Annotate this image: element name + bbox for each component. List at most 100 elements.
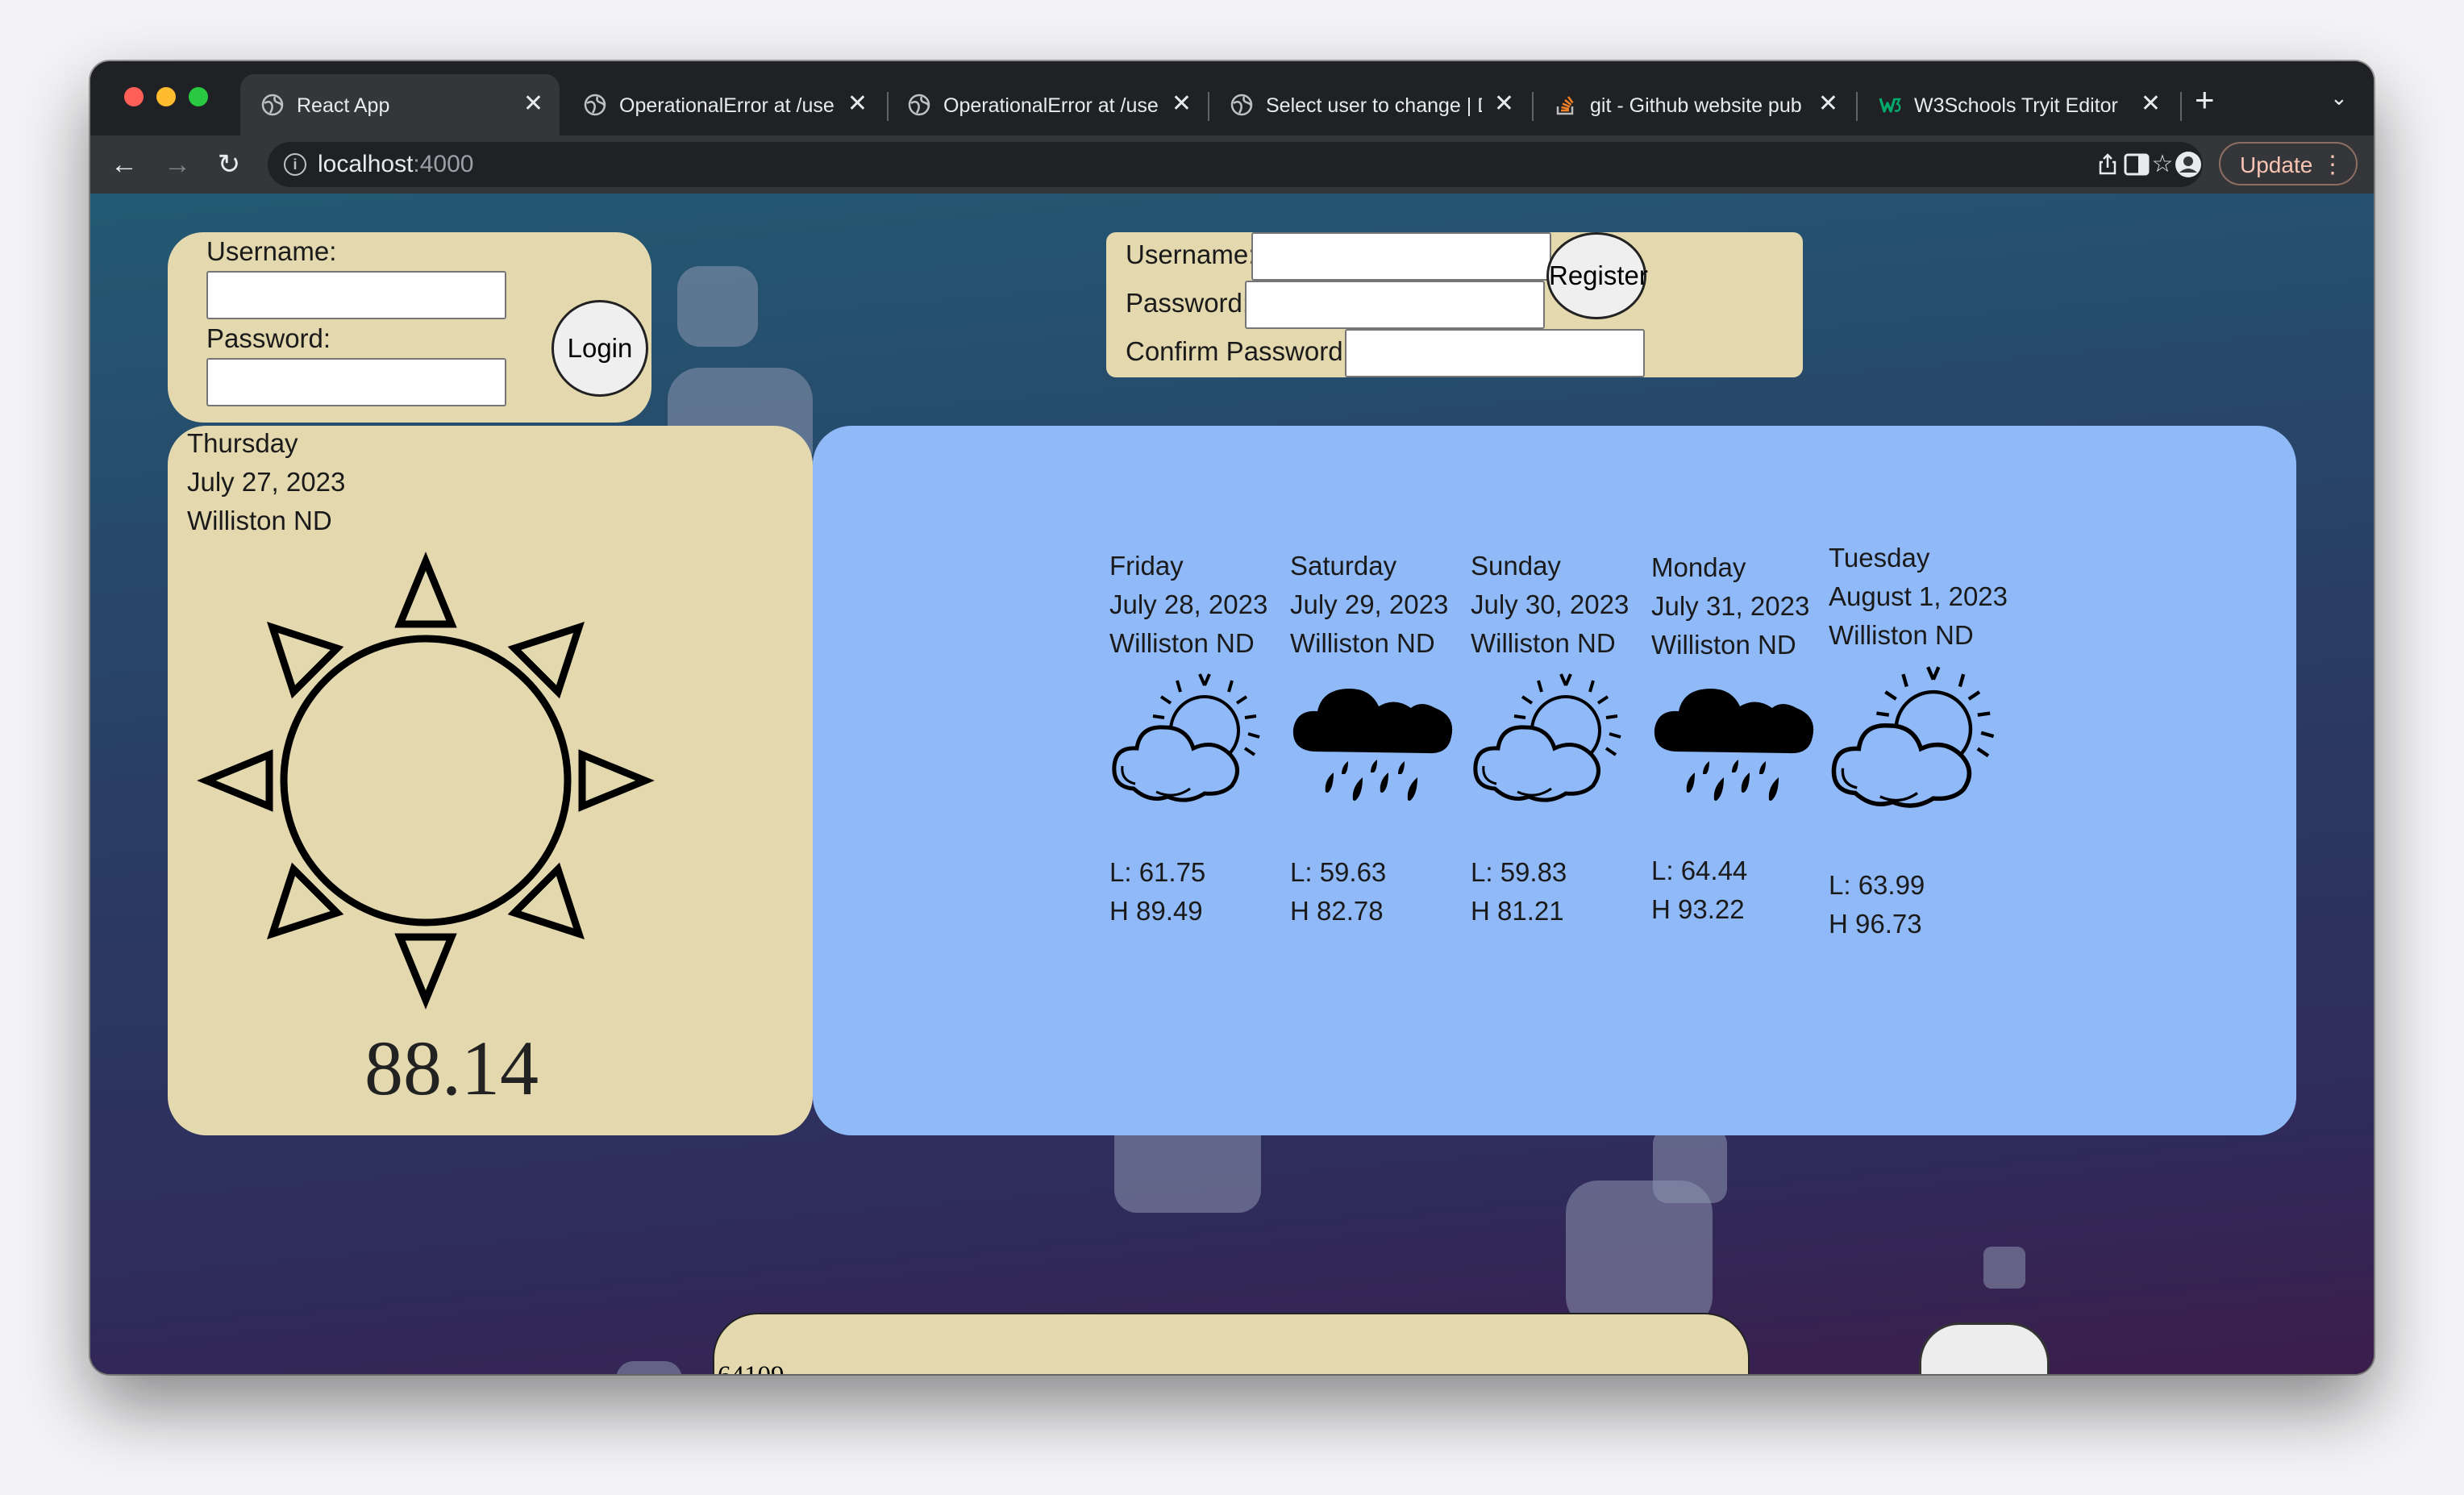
- decorative-square: [616, 1361, 682, 1374]
- share-icon[interactable]: [2095, 152, 2121, 177]
- forecast-weekday: Tuesday: [1829, 543, 1930, 573]
- forecast-location: Williston ND: [1471, 628, 1616, 658]
- forecast-location: Williston ND: [1290, 628, 1435, 658]
- tab-close-icon[interactable]: ✕: [523, 90, 543, 118]
- login-username-input[interactable]: [206, 271, 506, 319]
- register-password-input[interactable]: [1245, 281, 1545, 329]
- partly-cloudy-icon: [1831, 666, 1995, 808]
- forecast-date: July 29, 2023: [1290, 589, 1449, 619]
- forward-icon[interactable]: →: [158, 145, 197, 184]
- browser-window: React App ✕ OperationalError at /user ✕ …: [90, 61, 2374, 1374]
- forecast-weekday: Monday: [1651, 552, 1746, 582]
- back-icon[interactable]: ←: [105, 145, 144, 184]
- decorative-square: [677, 266, 758, 347]
- page-content: Username: Password: Login Username: Pass…: [90, 194, 2374, 1374]
- tab-select-user[interactable]: Select user to change | D ✕: [1209, 74, 1530, 135]
- globe-icon: [261, 94, 284, 116]
- w3schools-icon: [1879, 98, 1901, 113]
- tab-strip: React App ✕ OperationalError at /user ✕ …: [90, 61, 2374, 135]
- forecast-date: August 1, 2023: [1829, 581, 2008, 611]
- tab-close-icon[interactable]: ✕: [1818, 90, 1838, 118]
- address-bar[interactable]: i localhost:4000 ☆: [268, 142, 2203, 187]
- login-password-label: Password:: [206, 323, 331, 353]
- register-form: Username: Password: Confirm Password: Re…: [1106, 232, 1803, 377]
- login-password-input[interactable]: [206, 358, 506, 406]
- stackoverflow-icon: [1556, 96, 1574, 115]
- forecast-high: H 93.22: [1651, 894, 1745, 924]
- register-username-input[interactable]: [1251, 232, 1551, 281]
- tab-title: OperationalError at /user: [619, 94, 835, 117]
- register-button[interactable]: Register: [1546, 232, 1648, 319]
- globe-icon: [584, 94, 606, 116]
- reload-icon[interactable]: ↻: [210, 145, 248, 184]
- tab-close-icon[interactable]: ✕: [1494, 90, 1514, 118]
- zoom-window-button[interactable]: [189, 87, 208, 106]
- close-window-button[interactable]: [124, 87, 144, 106]
- forecast-weekday: Friday: [1109, 551, 1184, 581]
- forecast-high: H 81.21: [1471, 896, 1564, 926]
- tab-operational-error-1[interactable]: OperationalError at /user ✕: [563, 74, 884, 135]
- globe-icon: [908, 94, 930, 116]
- forecast-date: July 28, 2023: [1109, 589, 1268, 619]
- minimize-window-button[interactable]: [156, 87, 176, 106]
- forecast-date: July 31, 2023: [1651, 591, 1810, 621]
- zip-code-input[interactable]: 64109: [713, 1313, 1750, 1374]
- forecast-location: Williston ND: [1829, 620, 1974, 650]
- update-button[interactable]: Update ⋮: [2219, 142, 2358, 185]
- browser-toolbar: ← → ↻ i localhost:4000 ☆ Update ⋮: [90, 135, 2374, 194]
- zip-code-value: 64109: [718, 1361, 785, 1374]
- globe-icon: [1230, 94, 1253, 116]
- url-port: :4000: [413, 151, 474, 177]
- new-tab-plus-icon[interactable]: +: [2195, 81, 2215, 119]
- forecast-low: L: 59.63: [1290, 857, 1387, 887]
- register-confirm-label: Confirm Password:: [1126, 336, 1351, 366]
- forecast-weekday: Saturday: [1290, 551, 1397, 581]
- register-username-label: Username:: [1126, 239, 1256, 269]
- login-button[interactable]: Login: [551, 300, 648, 397]
- register-confirm-input[interactable]: [1345, 329, 1645, 377]
- tab-react-app[interactable]: React App ✕: [240, 74, 560, 135]
- tab-close-icon[interactable]: ✕: [1172, 90, 1192, 118]
- forecast-high: H 89.49: [1109, 896, 1203, 926]
- login-form: Username: Password: Login: [168, 232, 651, 423]
- menu-icon[interactable]: ⋮: [2320, 144, 2345, 187]
- star-icon[interactable]: ☆: [2148, 150, 2177, 179]
- today-location: Williston ND: [187, 506, 332, 535]
- register-password-label: Password:: [1126, 288, 1251, 318]
- today-weekday: Thursday: [187, 428, 298, 458]
- submit-zip-button[interactable]: [1919, 1322, 2050, 1374]
- tab-title: git - Github website pub: [1590, 94, 1802, 117]
- forecast-low: L: 63.99: [1829, 870, 1925, 900]
- tab-git-github[interactable]: git - Github website pub ✕: [1534, 74, 1854, 135]
- profile-icon[interactable]: [2174, 150, 2203, 179]
- partly-cloudy-icon: [1112, 673, 1260, 802]
- tab-close-icon[interactable]: ✕: [2141, 90, 2161, 118]
- forecast-low: L: 59.83: [1471, 857, 1567, 887]
- forecast-low: L: 61.75: [1109, 857, 1206, 887]
- sidepanel-icon[interactable]: [2122, 150, 2151, 179]
- today-date: July 27, 2023: [187, 467, 346, 497]
- partly-cloudy-icon: [1473, 673, 1621, 802]
- today-temperature: 88.14: [364, 1025, 539, 1111]
- sun-icon: [197, 552, 655, 1010]
- forecast-high: H 82.78: [1290, 896, 1384, 926]
- tab-search-chevron-icon[interactable]: ⌄: [2330, 85, 2348, 110]
- decorative-square: [1653, 1129, 1727, 1203]
- info-icon[interactable]: i: [284, 153, 306, 176]
- tab-title: OperationalError at /user: [943, 94, 1159, 117]
- update-label: Update: [2240, 152, 2313, 177]
- forecast-low: L: 64.44: [1651, 856, 1748, 885]
- rain-icon: [1654, 689, 1814, 801]
- forecast-panel: Friday July 28, 2023 Williston ND L: 61.…: [813, 426, 2296, 1135]
- tab-w3schools[interactable]: W3Schools Tryit Editor ✕: [1858, 74, 2177, 135]
- tab-title: Select user to change | D: [1266, 94, 1482, 117]
- tab-close-icon[interactable]: ✕: [847, 90, 868, 118]
- forecast-location: Williston ND: [1109, 628, 1255, 658]
- login-username-label: Username:: [206, 236, 337, 266]
- tab-operational-error-2[interactable]: OperationalError at /user ✕: [887, 74, 1208, 135]
- url-host: localhost: [318, 151, 414, 177]
- tab-separator: [2180, 92, 2182, 121]
- forecast-date: July 30, 2023: [1471, 589, 1629, 619]
- today-weather-card: Thursday July 27, 2023 Williston ND 88.1…: [168, 426, 813, 1135]
- tab-title: W3Schools Tryit Editor: [1914, 94, 2118, 117]
